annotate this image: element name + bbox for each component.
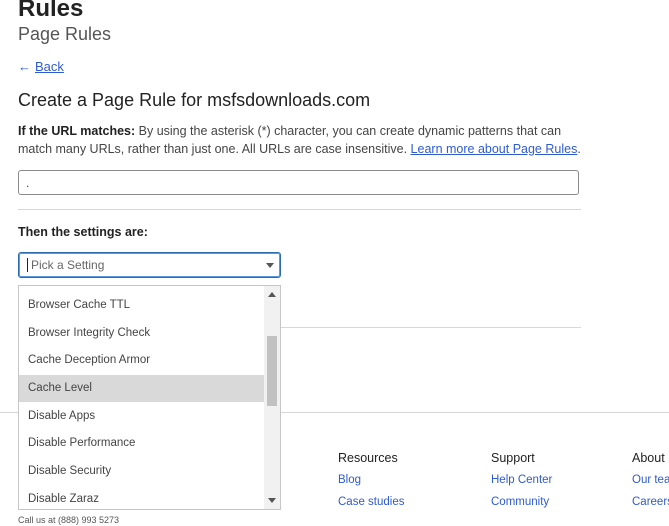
setting-select[interactable]: Pick a Setting <box>18 252 281 278</box>
arrow-left-icon: ← <box>18 59 31 74</box>
chevron-down-icon <box>266 263 274 268</box>
dropdown-option-selected[interactable]: Cache Level <box>19 375 265 402</box>
dropdown-option[interactable]: Disable Apps <box>19 403 265 430</box>
page-subtitle: Page Rules <box>18 24 112 44</box>
learn-more-link[interactable]: Learn more about Page Rules <box>411 142 578 156</box>
dropdown-option[interactable]: Browser Integrity Check <box>19 320 265 347</box>
url-input[interactable]: . <box>18 170 579 195</box>
text-cursor <box>27 258 28 272</box>
dropdown-option[interactable]: Disable Zaraz <box>19 486 265 509</box>
footer-support-title: Support <box>491 451 535 465</box>
footer-about-title: About <box>632 451 665 465</box>
scroll-down-arrow-icon[interactable] <box>268 498 276 503</box>
page-title: Rules <box>18 0 84 22</box>
settings-label: Then the settings are: <box>18 225 148 239</box>
divider <box>18 209 581 210</box>
setting-dropdown-list[interactable]: Browser Cache TTL Browser Integrity Chec… <box>18 285 281 510</box>
footer-link-community[interactable]: Community <box>491 495 549 509</box>
dropdown-option[interactable]: Disable Security <box>19 458 265 485</box>
footer-link-our-team[interactable]: Our team <box>632 473 669 487</box>
dropdown-option[interactable]: Disable Performance <box>19 430 265 457</box>
back-link-label: Back <box>35 59 64 74</box>
back-link[interactable]: ← Back <box>18 59 64 75</box>
dropdown-scrollbar[interactable] <box>264 286 280 509</box>
footer-resources-title: Resources <box>338 451 398 465</box>
dropdown-option[interactable]: Cache Deception Armor <box>19 347 265 374</box>
dropdown-option[interactable]: Browser Cache TTL <box>19 292 265 319</box>
url-match-description: If the URL matches: By using the asteris… <box>18 124 581 156</box>
scroll-up-arrow-icon[interactable] <box>268 292 276 297</box>
footer-link-careers[interactable]: Careers <box>632 495 669 509</box>
scrollbar-thumb[interactable] <box>267 336 277 406</box>
footer-link-blog[interactable]: Blog <box>338 473 361 487</box>
footer-link-help-center[interactable]: Help Center <box>491 473 552 487</box>
footer-link-case-studies[interactable]: Case studies <box>338 495 404 509</box>
form-heading: Create a Page Rule for msfsdownloads.com <box>18 90 371 110</box>
url-match-label: If the URL matches: <box>18 124 136 138</box>
footer-contact: Call us at (888) 993 5273 <box>18 515 120 525</box>
setting-select-placeholder: Pick a Setting <box>31 258 105 272</box>
